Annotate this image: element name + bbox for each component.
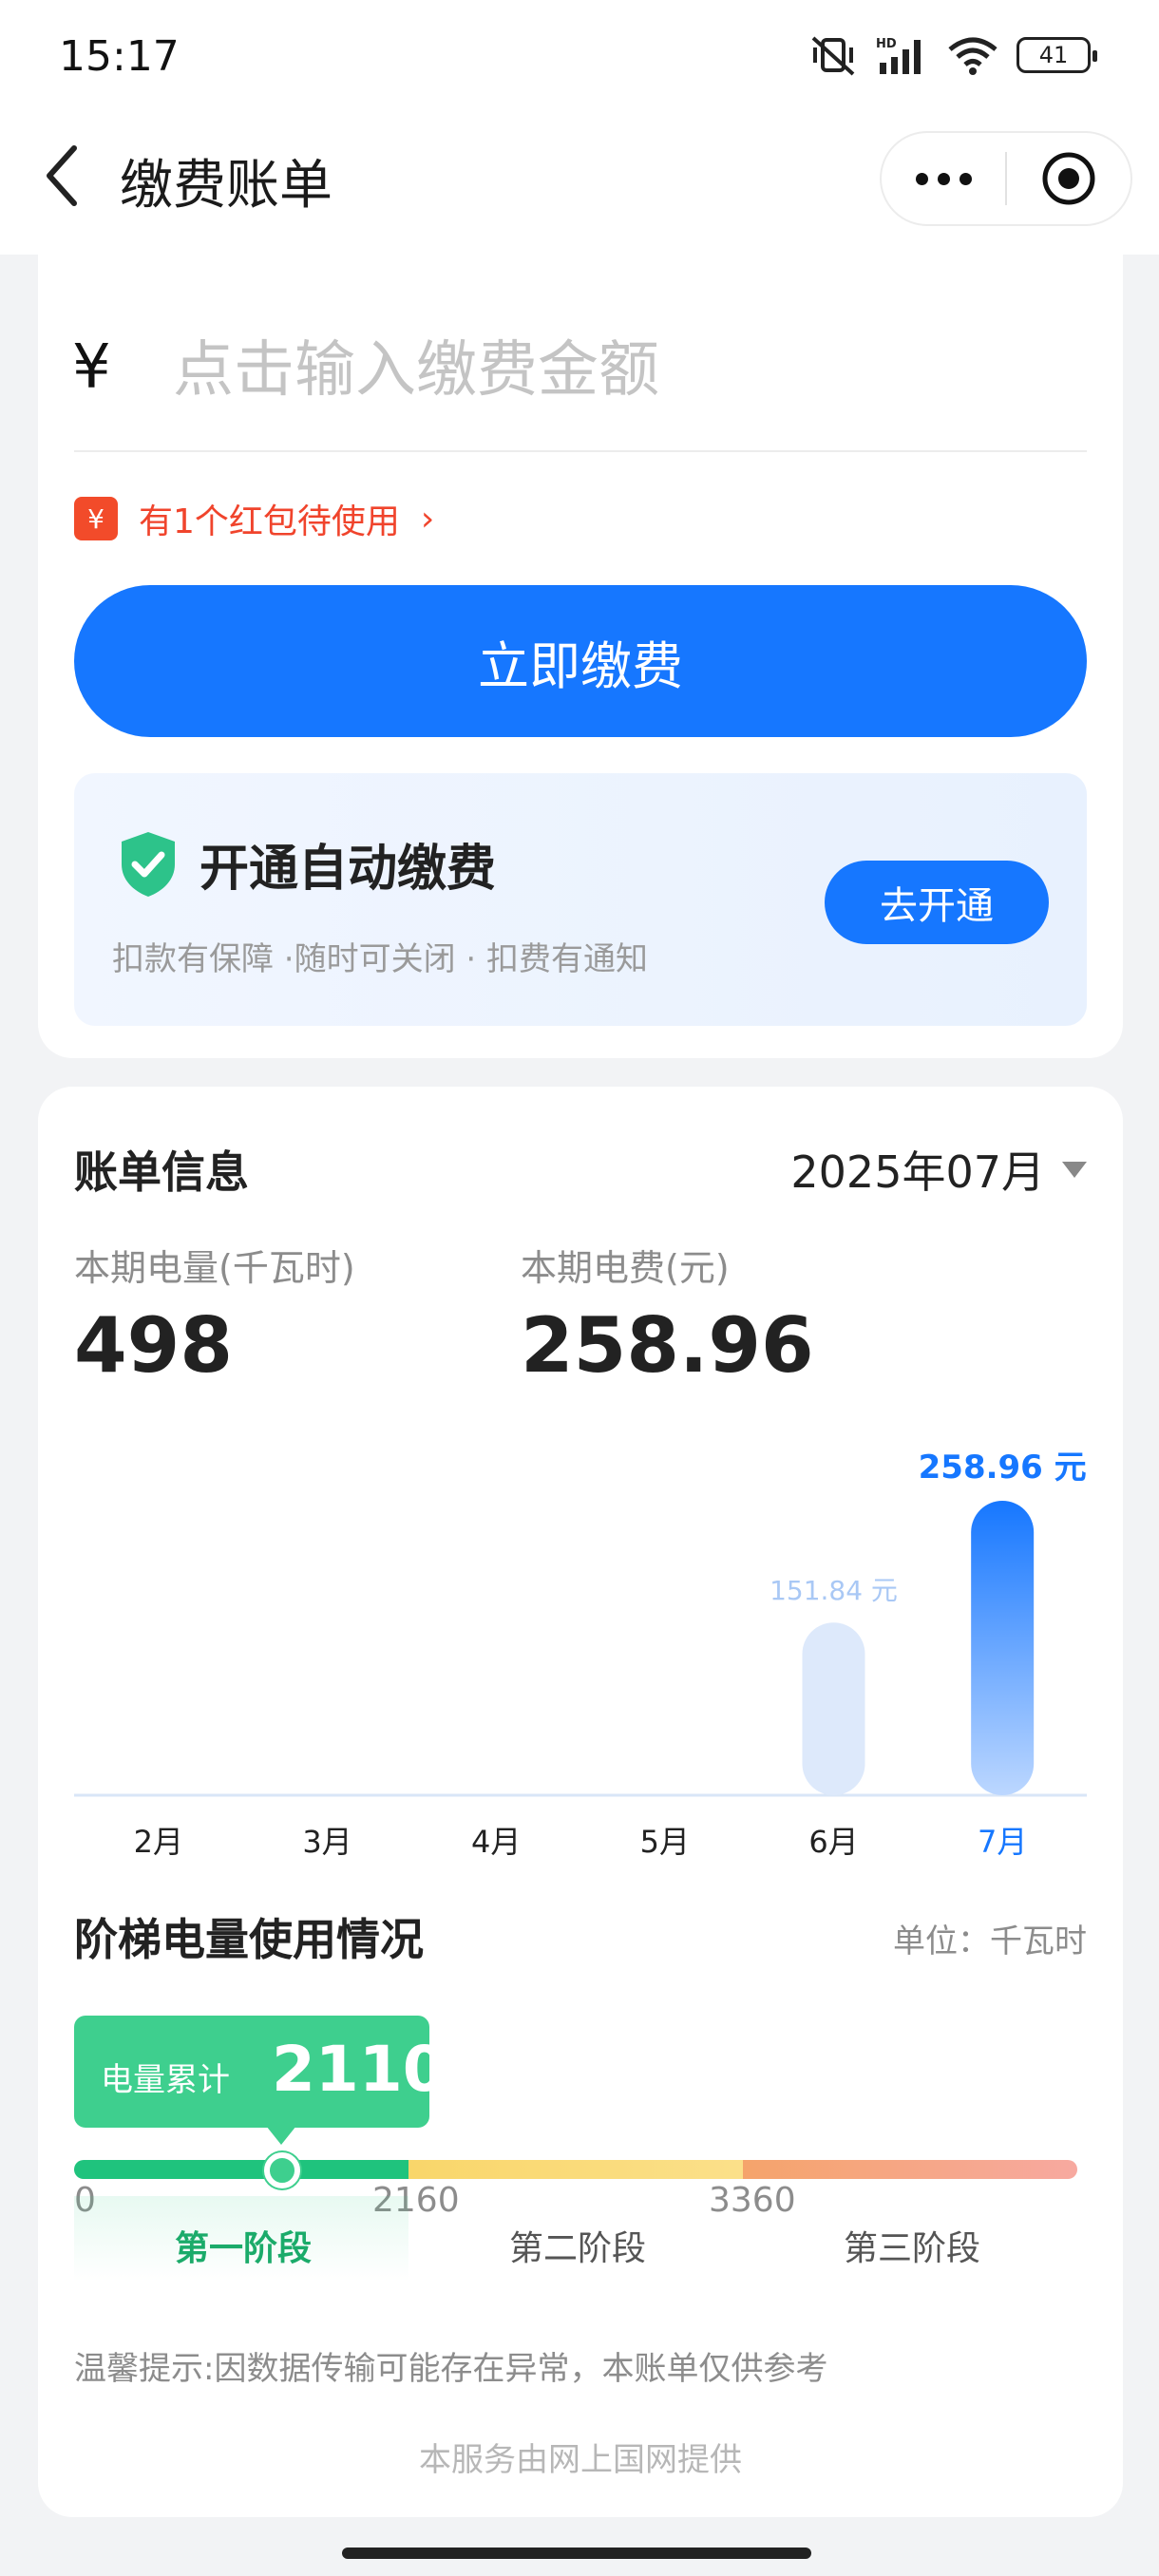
chart-data-label: 151.84 元	[770, 1575, 898, 1606]
stage-3-label: 第三阶段	[844, 2229, 981, 2268]
tier-bar-stage-2	[408, 2160, 743, 2179]
miniapp-capsule	[880, 131, 1132, 226]
dot-icon	[937, 172, 950, 185]
month-selector[interactable]: 2025年07月	[790, 1138, 1087, 1201]
chart-month-label[interactable]: 7月	[978, 1824, 1027, 1860]
enable-autopay-button[interactable]: 去开通	[825, 861, 1049, 944]
usage-value: 498	[74, 1301, 233, 1390]
chart-month-label[interactable]: 4月	[471, 1824, 521, 1860]
pay-now-button[interactable]: 立即缴费	[74, 585, 1087, 737]
cumulative-label: 电量累计	[101, 2061, 230, 2099]
fee-value: 258.96	[521, 1301, 814, 1390]
status-icons: HD 41	[809, 34, 1097, 76]
tier-unit: 单位：千瓦时	[893, 1923, 1087, 1960]
fee-label: 本期电费(元)	[521, 1247, 730, 1289]
chart-month-label[interactable]: 2月	[134, 1824, 183, 1860]
stage-2-label: 第二阶段	[509, 2229, 647, 2268]
payment-card: ¥ ¥ 有1个红包待使用 › 立即缴费 开通自动缴费 扣款有保障 ·随时可关闭 …	[38, 255, 1123, 1058]
cumulative-usage-badge: 电量累计 2110	[74, 2016, 429, 2128]
stage-1-label: 第一阶段	[175, 2229, 313, 2268]
threshold-2: 3360	[709, 2181, 796, 2220]
bill-section-title: 账单信息	[74, 1146, 249, 1198]
autopay-banner: 开通自动缴费 扣款有保障 ·随时可关闭 · 扣费有通知 去开通	[74, 773, 1087, 1026]
target-icon	[1042, 152, 1095, 205]
more-options-button[interactable]	[882, 172, 1005, 185]
chart-month-label[interactable]: 6月	[808, 1824, 858, 1860]
red-packet-icon: ¥	[74, 497, 118, 540]
back-arrow-icon[interactable]	[42, 142, 80, 209]
red-packet-text: 有1个红包待使用	[139, 502, 400, 541]
service-provider-note: 本服务由网上国网提供	[419, 2441, 742, 2479]
bill-card: 账单信息 2025年07月 本期电量(千瓦时) 498 本期电费(元) 258.…	[38, 1087, 1123, 2517]
battery-indicator: 41	[1016, 37, 1097, 73]
badge-pointer	[266, 2126, 296, 2145]
chart-bar-6[interactable]	[971, 1501, 1035, 1795]
usage-label: 本期电量(千瓦时)	[74, 1247, 355, 1289]
dot-icon	[915, 172, 928, 185]
wifi-icon	[948, 37, 998, 75]
chart-data-label: 258.96 元	[919, 1449, 1087, 1487]
amount-input[interactable]	[173, 323, 980, 418]
chart-bar-5[interactable]	[802, 1622, 865, 1795]
tier-bar-stage-3	[743, 2160, 1077, 2179]
dropdown-triangle-icon	[1062, 1161, 1087, 1178]
disclaimer-tip: 温馨提示:因数据传输可能存在异常，本账单仅供参考	[74, 2350, 828, 2388]
chart-month-label[interactable]: 3月	[302, 1824, 352, 1860]
autopay-title: 开通自动缴费	[200, 841, 497, 898]
tier-section-title: 阶梯电量使用情况	[74, 1914, 424, 1965]
svg-text:HD: HD	[876, 37, 897, 51]
mute-vibrate-icon	[811, 36, 855, 76]
home-indicator[interactable]	[342, 2548, 811, 2559]
input-divider	[74, 450, 1087, 452]
chevron-right-icon: ›	[420, 499, 435, 539]
page-title: 缴费账单	[120, 155, 332, 217]
red-packet-link[interactable]: ¥ 有1个红包待使用 ›	[74, 494, 434, 543]
autopay-subtitle: 扣款有保障 ·随时可关闭 · 扣费有通知	[112, 940, 649, 978]
cumulative-value: 2110	[272, 2033, 429, 2106]
close-miniapp-button[interactable]	[1007, 150, 1130, 207]
dot-icon	[959, 172, 972, 185]
status-time: 15:17	[59, 32, 180, 81]
usage-progress-knob	[264, 2152, 300, 2188]
selected-month: 2025年07月	[790, 1146, 1045, 1198]
top-bar: 15:17 HD 41 缴费账单	[0, 0, 1159, 255]
shield-check-icon	[122, 832, 175, 897]
currency-symbol: ¥	[72, 332, 111, 403]
signal-icon: HD	[876, 37, 921, 74]
chart-month-label[interactable]: 5月	[640, 1824, 690, 1860]
tier-bar-stage-1	[74, 2160, 408, 2179]
